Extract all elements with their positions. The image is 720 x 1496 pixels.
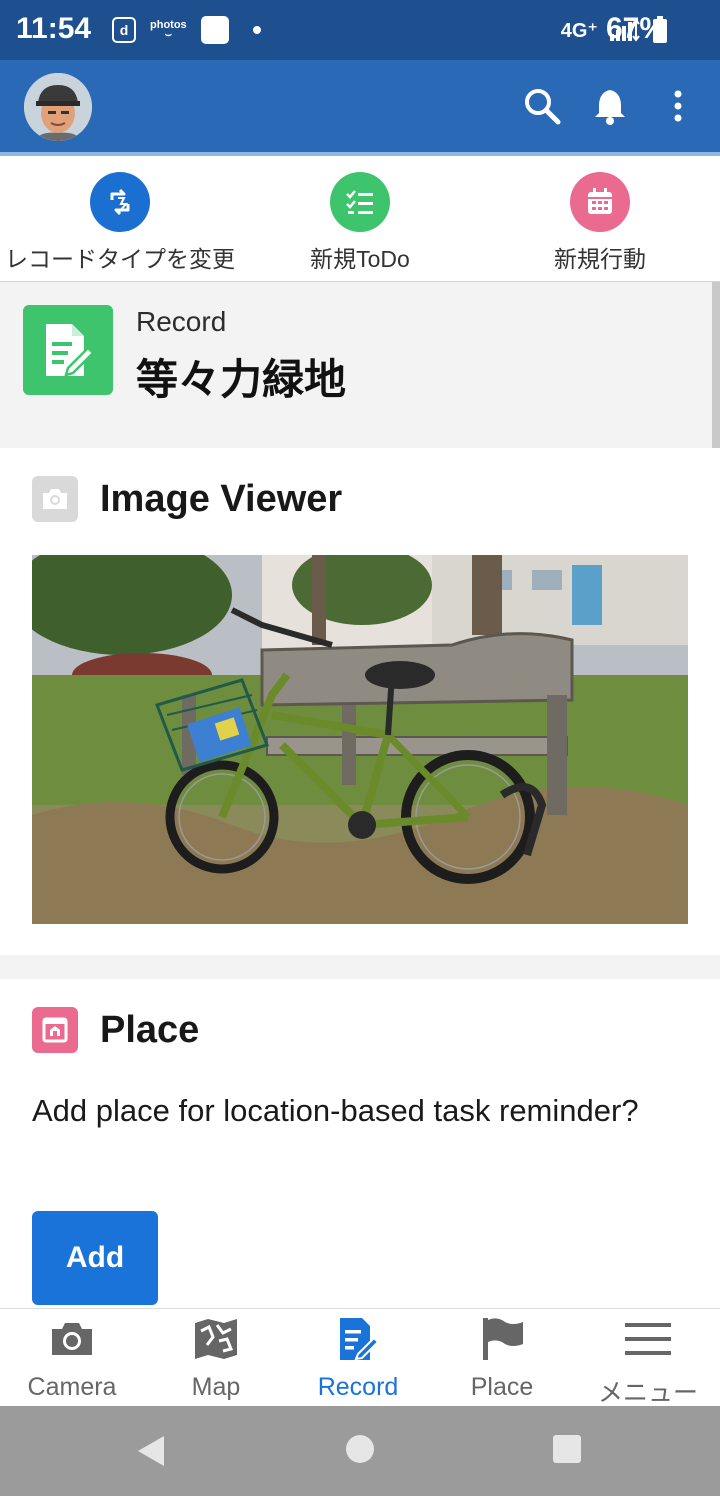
map-icon xyxy=(144,1315,288,1363)
avatar[interactable] xyxy=(24,73,92,141)
record-icon xyxy=(23,305,113,395)
nav-place-label: Place xyxy=(470,1373,534,1401)
nav-place[interactable]: Place xyxy=(430,1315,574,1402)
search-icon[interactable] xyxy=(522,86,562,126)
recents-icon[interactable] xyxy=(552,1434,582,1469)
record-title: 等々力緑地 xyxy=(136,356,347,403)
place-prompt: Add place for location-based task remind… xyxy=(32,1093,639,1128)
battery-percent: 67% xyxy=(605,12,666,45)
more-vert-icon[interactable] xyxy=(658,86,698,126)
camera-icon xyxy=(32,476,78,522)
record-icon xyxy=(286,1315,430,1363)
camera-icon xyxy=(0,1315,144,1363)
docomo-d-icon: d xyxy=(112,17,136,43)
checklist-icon xyxy=(330,172,390,232)
image-viewer-title: Image Viewer xyxy=(100,477,343,520)
nav-record[interactable]: Record xyxy=(286,1315,430,1402)
place-card: Place Add place for location-based task … xyxy=(0,979,720,1308)
bottom-navigation: Camera Map Record Place メニュー xyxy=(0,1308,720,1409)
record-header: Record 等々力緑地 xyxy=(0,282,710,448)
bell-icon[interactable] xyxy=(590,86,630,126)
new-todo-button[interactable]: 新規ToDo xyxy=(240,172,480,274)
nav-map-label: Map xyxy=(191,1373,241,1401)
record-photo[interactable] xyxy=(12,535,688,924)
quick-actions: レコードタイプを変更 新規ToDo 新規行動 xyxy=(0,156,720,282)
place-icon xyxy=(32,1007,78,1053)
home-icon[interactable] xyxy=(345,1434,375,1469)
record-type-label: Record xyxy=(136,306,227,337)
status-bar: 11:54 d photos ⌣ 4G⁺ 67% xyxy=(0,0,720,60)
status-notification-icons: d photos ⌣ xyxy=(112,16,261,44)
image-viewer-card: Image Viewer xyxy=(0,448,720,955)
status-time: 11:54 xyxy=(16,12,92,45)
back-icon[interactable] xyxy=(136,1434,168,1473)
nav-camera-label: Camera xyxy=(27,1373,117,1401)
nav-record-label: Record xyxy=(317,1373,399,1401)
nav-menu[interactable]: メニュー xyxy=(576,1315,720,1409)
calendar-icon xyxy=(570,172,630,232)
flag-icon xyxy=(430,1315,574,1363)
change-record-type-button[interactable]: レコードタイプを変更 xyxy=(0,172,240,274)
system-navigation-bar xyxy=(0,1406,720,1496)
place-title: Place xyxy=(100,1008,200,1051)
nav-menu-label: メニュー xyxy=(597,1379,698,1407)
swap-icon xyxy=(90,172,150,232)
app-notification-icon xyxy=(200,16,229,44)
change-record-type-label: レコードタイプを変更 xyxy=(5,246,235,272)
nav-camera[interactable]: Camera xyxy=(0,1315,144,1402)
new-todo-label: 新規ToDo xyxy=(310,246,410,272)
new-event-label: 新規行動 xyxy=(554,246,646,272)
amazon-photos-icon: photos ⌣ xyxy=(150,19,187,41)
dot-icon xyxy=(252,26,261,34)
nav-map[interactable]: Map xyxy=(144,1315,288,1402)
add-place-button[interactable]: Add xyxy=(32,1211,158,1305)
network-type: 4G⁺ xyxy=(560,19,598,42)
new-event-button[interactable]: 新規行動 xyxy=(480,172,720,274)
hamburger-icon xyxy=(576,1315,720,1363)
app-header xyxy=(0,60,720,156)
